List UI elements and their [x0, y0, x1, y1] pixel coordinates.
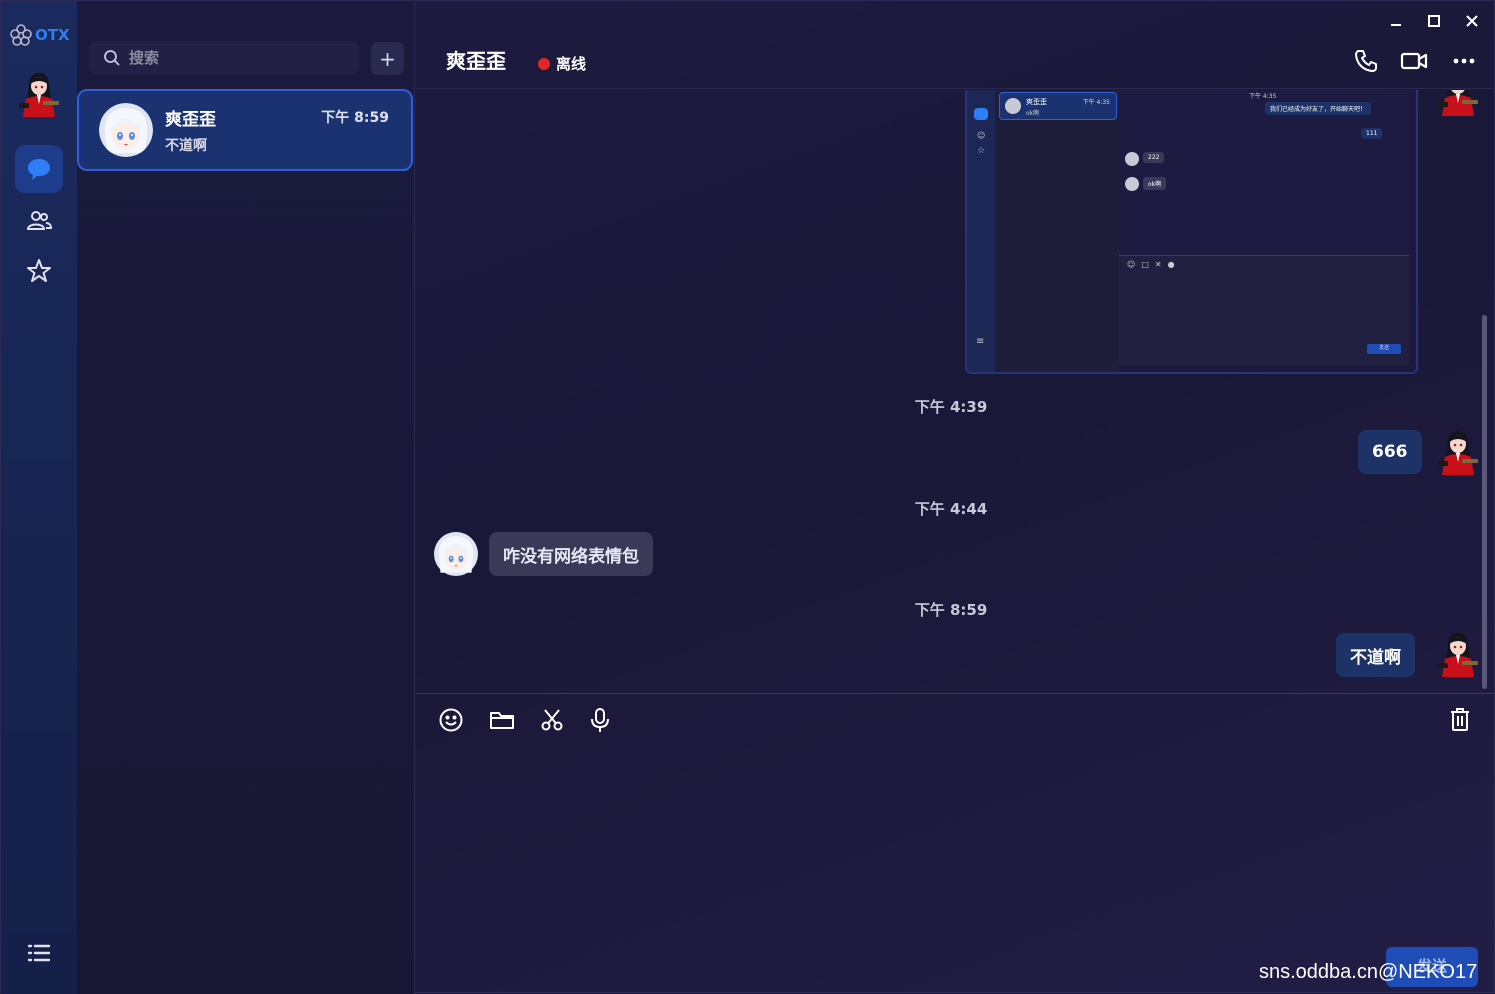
embedded-msg: 我们已经成为好友了，开始聊天吧！	[1265, 102, 1372, 115]
message-list[interactable]: ☺ ☆ ≡ 爽歪歪 ok啊 下午 4:35 下午 4:35 我们已经成为好友了，…	[416, 90, 1495, 693]
menu-list-icon	[27, 944, 51, 962]
video-camera-icon	[1400, 52, 1428, 70]
nav-contacts-button[interactable]	[15, 197, 63, 245]
search-box[interactable]	[89, 41, 359, 75]
user-avatar[interactable]	[17, 71, 61, 117]
embedded-avatar	[1125, 177, 1139, 191]
app-logo: OTX	[9, 23, 70, 47]
embedded-avatar	[1005, 98, 1021, 114]
embedded-time: 下午 4:35	[1249, 93, 1277, 100]
maximize-icon	[1428, 15, 1440, 27]
embedded-send-button: 发送	[1367, 344, 1401, 354]
conversation-name: 爽歪歪	[165, 110, 216, 130]
phone-icon	[1355, 50, 1377, 72]
emoji-button[interactable]	[437, 706, 465, 734]
voice-input-button[interactable]	[586, 706, 614, 734]
logo-text: OTX	[35, 26, 70, 44]
embedded-msg: ok啊	[1143, 177, 1167, 190]
my-avatar	[1436, 429, 1480, 475]
star-icon	[27, 259, 51, 282]
close-button[interactable]	[1460, 11, 1484, 31]
menu-button[interactable]	[15, 929, 63, 977]
timestamp: 下午 4:44	[914, 500, 988, 518]
clear-button[interactable]	[1446, 706, 1474, 734]
timestamp: 下午 4:39	[914, 398, 988, 416]
embedded-star-icon: ☆	[977, 146, 986, 156]
my-message-bubble[interactable]: 666	[1358, 430, 1422, 474]
app-window: OTX 搜索 + 爽歪歪 下午 8:59 不道啊 爽歪歪 离线 ☺ ☆ ≡ 爽歪…	[0, 0, 1495, 994]
chat-contact-name: 爽歪歪	[446, 49, 506, 73]
contact-avatar	[99, 103, 153, 157]
search-icon	[104, 50, 120, 66]
composer-toolbar	[416, 693, 1495, 745]
maximize-button[interactable]	[1422, 11, 1446, 31]
status-text: 离线	[556, 55, 587, 73]
embedded-contact-sub: ok啊	[1026, 110, 1040, 117]
embedded-contacts-icon: ☺	[977, 131, 986, 140]
embedded-msg: 222	[1143, 152, 1165, 163]
nav-favorites-button[interactable]	[15, 247, 63, 295]
conversation-last-message: 不道啊	[165, 138, 207, 154]
chat-bubble-icon	[28, 159, 50, 180]
voice-call-button[interactable]	[1352, 47, 1380, 75]
embedded-rail: ☺ ☆ ≡	[967, 90, 995, 372]
search-input[interactable]	[129, 49, 329, 67]
nav-chat-button[interactable]	[15, 145, 63, 193]
embedded-avatar	[1125, 152, 1139, 166]
contacts-icon	[26, 211, 53, 230]
embedded-list: 爽歪歪 ok啊 下午 4:35	[995, 90, 1119, 372]
timestamp: 下午 8:59	[914, 601, 988, 619]
embedded-conversation: 爽歪歪 ok啊 下午 4:35	[999, 92, 1117, 120]
more-dots-icon	[1453, 58, 1475, 64]
message-input[interactable]	[416, 747, 1495, 947]
scissors-icon	[541, 709, 563, 731]
nav-rail: OTX	[1, 1, 77, 994]
trash-icon	[1451, 708, 1469, 731]
embedded-toolbar-icons: ☺□✕●	[1127, 260, 1181, 269]
embedded-menu-icon: ≡	[976, 336, 985, 347]
video-call-button[interactable]	[1400, 47, 1428, 75]
message-scrollbar[interactable]	[1482, 315, 1487, 689]
microphone-icon	[591, 708, 609, 732]
close-icon	[1466, 15, 1478, 27]
watermark-text: sns.oddba.cn@NEKO17	[1259, 961, 1478, 983]
minimize-button[interactable]	[1384, 11, 1408, 31]
embedded-msg: 111	[1361, 128, 1383, 139]
my-message-bubble[interactable]: 不道啊	[1336, 633, 1415, 677]
conversation-item[interactable]: 爽歪歪 下午 8:59 不道啊	[77, 89, 413, 171]
chat-pane: 爽歪歪 离线 ☺ ☆ ≡ 爽歪歪 ok啊 下午 4:35 下午 4:35 我们已…	[416, 1, 1495, 994]
conversation-text: 爽歪歪 下午 8:59 不道啊	[165, 103, 389, 157]
conversation-list-panel: + 爽歪歪 下午 8:59 不道啊	[77, 1, 415, 994]
minimize-icon	[1391, 24, 1401, 26]
my-avatar	[1436, 90, 1480, 116]
image-message[interactable]: ☺ ☆ ≡ 爽歪歪 ok啊 下午 4:35 下午 4:35 我们已经成为好友了，…	[965, 90, 1418, 374]
contact-avatar	[434, 531, 478, 577]
my-avatar	[1436, 631, 1480, 677]
file-button[interactable]	[488, 706, 516, 734]
contact-status: 离线	[538, 53, 586, 74]
conversation-time: 下午 8:59	[321, 110, 389, 126]
add-contact-button[interactable]: +	[371, 42, 404, 75]
embedded-chat-icon	[974, 108, 988, 120]
screenshot-button[interactable]	[538, 706, 566, 734]
emoji-icon	[439, 708, 463, 732]
flower-logo-icon	[10, 24, 32, 46]
more-options-button[interactable]	[1450, 47, 1478, 75]
embedded-contact-name: 爽歪歪	[1026, 98, 1047, 106]
chat-header: 爽歪歪 离线	[416, 1, 1495, 89]
folder-icon	[490, 712, 514, 729]
embedded-chat: 下午 4:35 我们已经成为好友了，开始聊天吧！ 111 222 ok啊	[1119, 90, 1409, 256]
embedded-contact-time: 下午 4:35	[1082, 99, 1110, 106]
status-dot	[538, 57, 550, 70]
their-message-bubble[interactable]: 咋没有网络表情包	[489, 532, 653, 576]
embedded-composer: ☺□✕● 发送	[1119, 256, 1409, 366]
